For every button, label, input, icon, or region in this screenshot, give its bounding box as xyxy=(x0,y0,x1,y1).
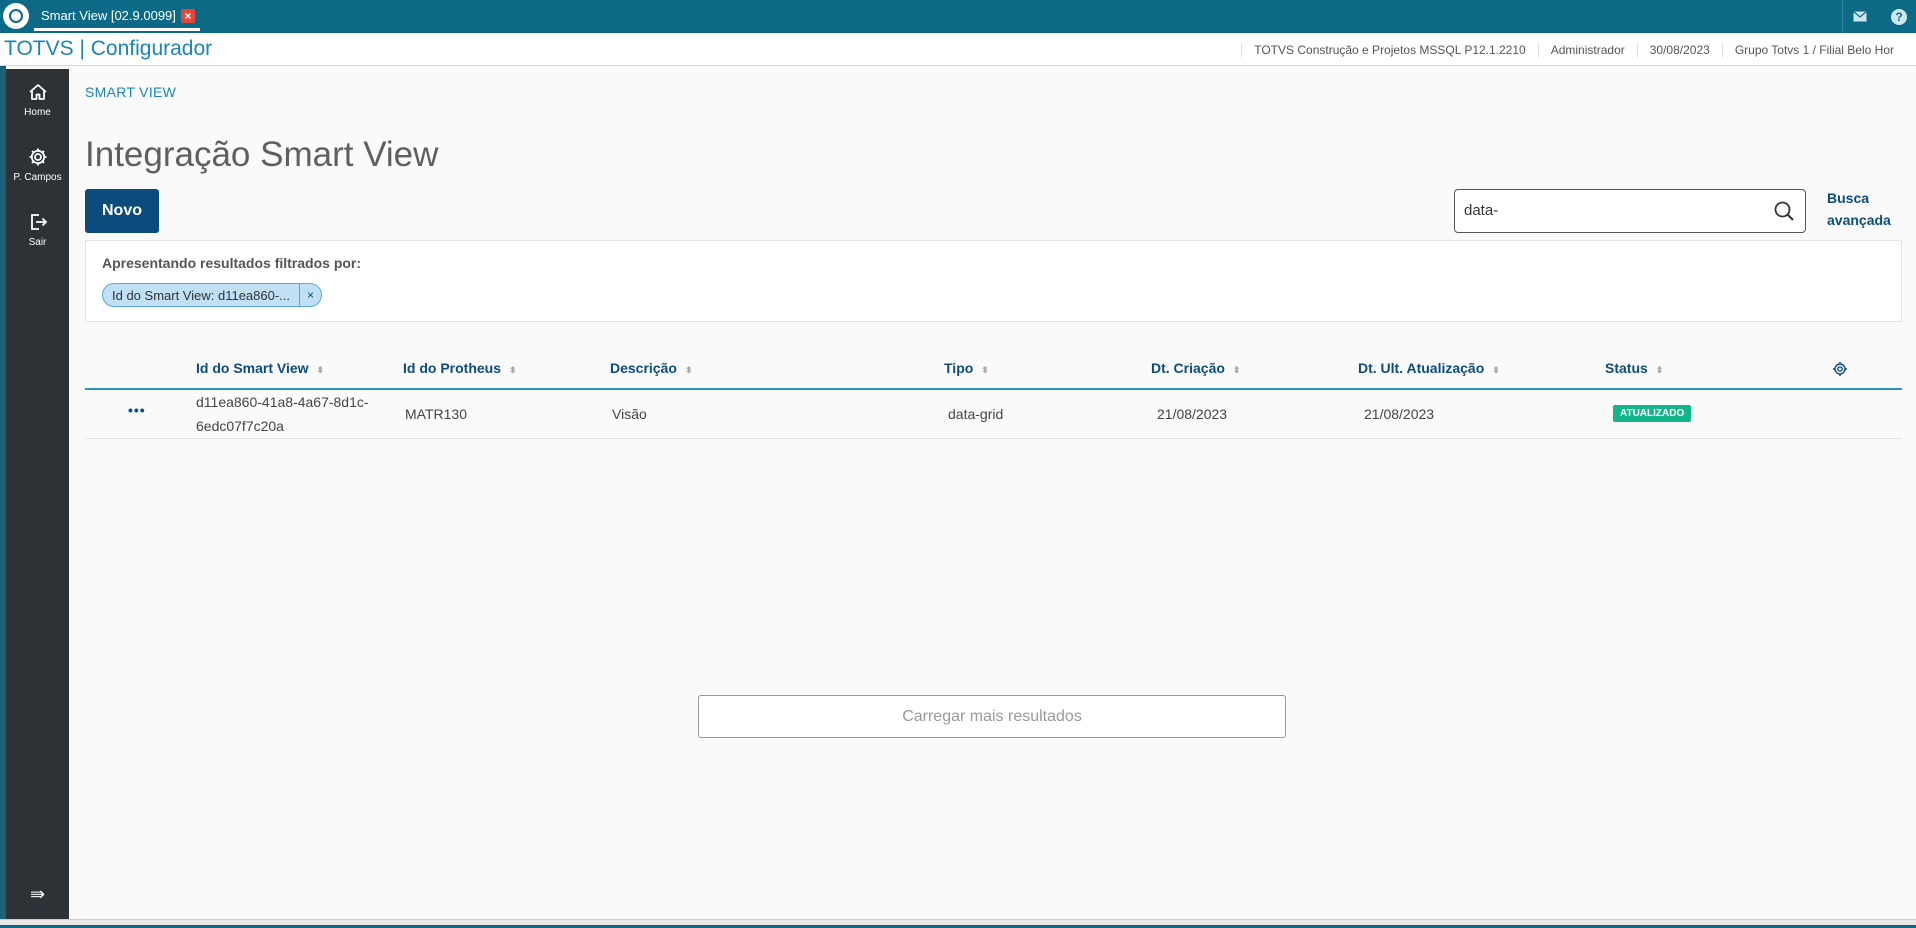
header-info: TOTVS Construção e Projetos MSSQL P12.1.… xyxy=(1241,33,1906,66)
column-header-label: Descrição xyxy=(610,360,677,376)
column-header-label: Dt. Ult. Atualização xyxy=(1358,360,1485,376)
search-icon[interactable] xyxy=(1773,200,1795,222)
cell-dt-atualizacao: 21/08/2023 xyxy=(1364,406,1435,422)
sidebar-item-label: Home xyxy=(24,107,51,118)
row-actions-icon[interactable]: ••• xyxy=(128,402,146,418)
totvs-logo-icon xyxy=(3,3,29,29)
home-icon xyxy=(28,84,47,100)
sort-icon: ⬍ xyxy=(1492,365,1500,375)
window-bottom-border xyxy=(0,919,1916,928)
header-user: Administrador xyxy=(1537,42,1637,57)
sort-icon: ⬍ xyxy=(684,365,693,375)
column-header-dt-criacao[interactable]: Dt. Criação ⬍ xyxy=(1151,360,1240,376)
sort-icon: ⬍ xyxy=(509,365,517,375)
sidebar: Home P. Campos Sair ⇛ xyxy=(6,69,69,919)
column-header-label: Status xyxy=(1605,360,1648,376)
main-content: SMART VIEW Integração Smart View Novo Bu… xyxy=(69,67,1916,919)
sidebar-item-p-campos[interactable]: P. Campos xyxy=(6,134,69,194)
header-date: 30/08/2023 xyxy=(1636,42,1722,57)
cell-id-smart-view: d11ea860-41a8-4a67-8d1c-6edc07f7c20a xyxy=(196,394,369,434)
tab-label: Smart View [02.9.0099] xyxy=(41,8,176,23)
sort-icon: ⬍ xyxy=(1655,365,1664,375)
column-header-id-protheus[interactable]: Id do Protheus ⬍ xyxy=(403,360,517,376)
page-title: Integração Smart View xyxy=(85,135,439,174)
column-header-id-smart-view[interactable]: Id do Smart View ⬍ xyxy=(196,360,324,376)
cell-tipo: data-grid xyxy=(948,406,1004,422)
tab-close-icon[interactable]: × xyxy=(180,8,195,23)
sidebar-item-sair[interactable]: Sair xyxy=(6,199,69,259)
column-header-dt-atualizacao[interactable]: Dt. Ult. Atualização ⬍ xyxy=(1358,360,1500,376)
sidebar-item-label: Sair xyxy=(28,237,47,248)
app-header: TOTVS | Configurador TOTVS Construção e … xyxy=(0,33,1916,66)
filter-label: Apresentando resultados filtrados por: xyxy=(102,255,362,271)
table-row: ••• d11ea860-41a8-4a67-8d1c-6edc07f7c20a… xyxy=(85,390,1902,439)
table-header: Id do Smart View ⬍ Id do Protheus ⬍ Descri… xyxy=(85,350,1902,390)
column-header-label: Dt. Criação xyxy=(1151,360,1225,376)
close-icon[interactable]: × xyxy=(299,284,321,306)
column-header-tipo[interactable]: Tipo ⬍ xyxy=(944,360,989,376)
cell-id-protheus: MATR130 xyxy=(405,406,467,422)
search-box xyxy=(1454,189,1806,233)
column-header-label: Id do Smart View xyxy=(196,360,309,376)
sidebar-item-home[interactable]: Home xyxy=(6,69,69,129)
mail-icon[interactable] xyxy=(1842,0,1876,33)
search-input[interactable] xyxy=(1464,202,1764,219)
header-branch: Grupo Totvs 1 / Filial Belo Hor xyxy=(1721,42,1906,57)
logout-icon xyxy=(30,214,47,230)
gear-icon[interactable] xyxy=(1832,361,1848,377)
sort-icon: ⬍ xyxy=(316,365,325,375)
app-title: TOTVS | Configurador xyxy=(4,37,213,60)
header-company: TOTVS Construção e Projetos MSSQL P12.1.… xyxy=(1241,42,1537,57)
cell-descricao: Visão xyxy=(612,406,647,422)
new-button[interactable]: Novo xyxy=(85,189,159,233)
filter-panel: Apresentando resultados filtrados por: I… xyxy=(85,240,1902,322)
column-header-status[interactable]: Status ⬍ xyxy=(1605,360,1663,376)
cell-dt-criacao: 21/08/2023 xyxy=(1157,406,1228,422)
advanced-search-link[interactable]: Busca avançada xyxy=(1827,187,1907,231)
column-header-descricao[interactable]: Descrição ⬍ xyxy=(610,360,692,376)
gear-icon xyxy=(29,148,46,166)
results-table: Id do Smart View ⬍ Id do Protheus ⬍ Descri… xyxy=(85,350,1902,439)
sort-icon: ⬍ xyxy=(981,365,989,375)
sidebar-collapse-icon[interactable]: ⇛ xyxy=(6,884,69,905)
help-glyph: ? xyxy=(1891,8,1907,25)
tab-smart-view[interactable]: Smart View [02.9.0099] × xyxy=(34,3,200,31)
load-more-button[interactable]: Carregar mais resultados xyxy=(698,695,1286,738)
breadcrumb[interactable]: SMART VIEW xyxy=(85,84,176,100)
help-icon[interactable]: ? xyxy=(1882,0,1916,33)
filter-chip[interactable]: Id do Smart View: d11ea860-... × xyxy=(102,283,323,307)
filter-chip-text: Id do Smart View: d11ea860-... xyxy=(112,287,291,303)
sort-icon: ⬍ xyxy=(1232,365,1241,375)
window-titlebar: Smart View [02.9.0099] × ? xyxy=(0,0,1916,33)
column-header-label: Id do Protheus xyxy=(403,360,501,376)
sidebar-item-label: P. Campos xyxy=(13,172,62,183)
column-header-label: Tipo xyxy=(944,360,974,376)
status-badge: ATUALIZADO xyxy=(1613,405,1692,422)
